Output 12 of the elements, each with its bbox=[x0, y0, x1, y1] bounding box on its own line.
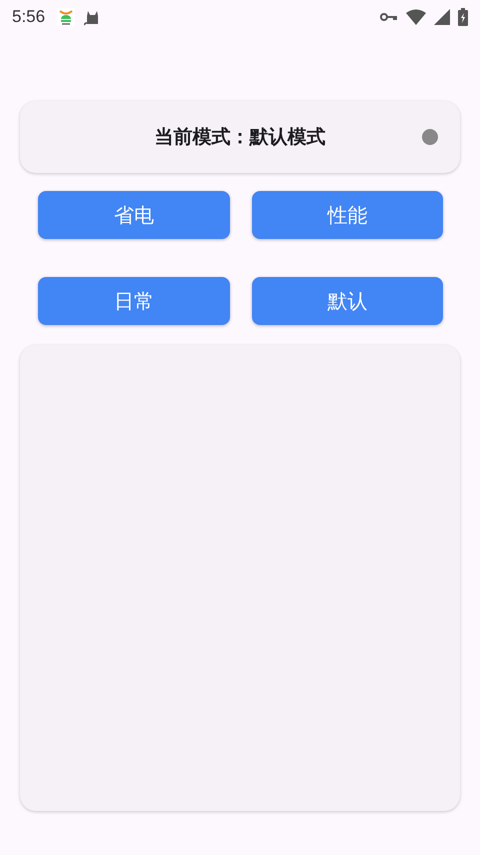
mode-button[interactable]: 日常 bbox=[38, 277, 230, 325]
mode-button[interactable]: 默认 bbox=[252, 277, 443, 325]
mode-button[interactable]: 性能 bbox=[252, 191, 443, 239]
status-dot bbox=[422, 129, 438, 145]
mode-button[interactable]: 省电 bbox=[38, 191, 230, 239]
android-app-icon bbox=[57, 8, 76, 26]
wifi-icon bbox=[406, 9, 426, 25]
status-time: 5:56 bbox=[12, 7, 46, 27]
signal-icon bbox=[434, 9, 450, 25]
key-icon bbox=[380, 12, 398, 22]
battery-icon bbox=[458, 8, 468, 26]
current-mode-text: 当前模式：默认模式 bbox=[154, 125, 326, 150]
